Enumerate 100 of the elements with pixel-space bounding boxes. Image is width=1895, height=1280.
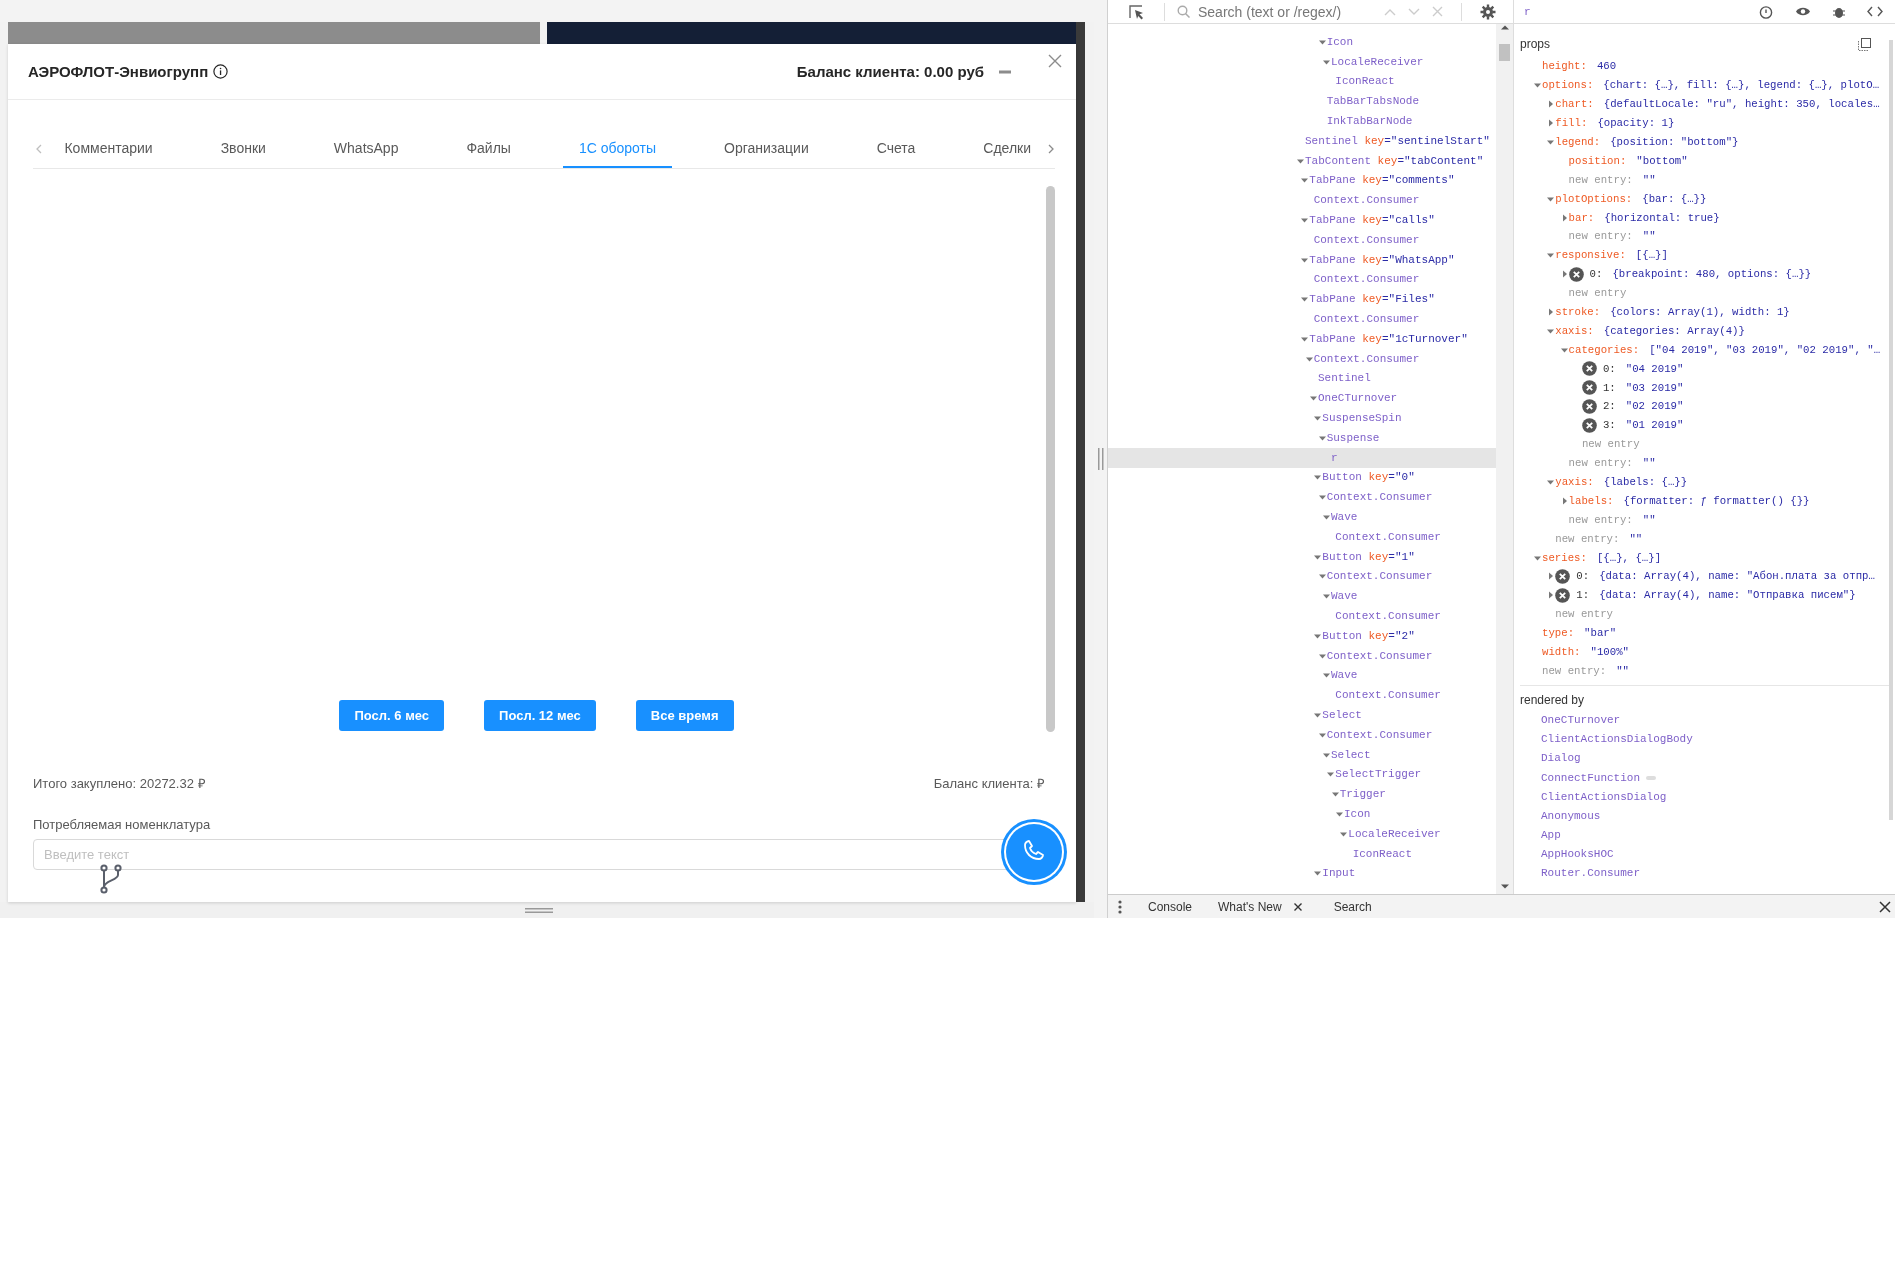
tab[interactable]: Комментарии (48, 129, 169, 168)
copy-icon[interactable] (1858, 37, 1871, 51)
scroll-up-icon[interactable] (1500, 24, 1509, 30)
grip-icon[interactable] (1097, 448, 1104, 470)
component-name[interactable]: Context.Consumer (1313, 273, 1420, 286)
tree-row[interactable]: Input (1108, 863, 1496, 884)
expand-arrow-icon[interactable] (1309, 394, 1318, 403)
close-icon[interactable] (1879, 900, 1891, 913)
drawer-tab[interactable]: Console (1148, 899, 1193, 914)
component-name[interactable]: Button key="2" (1322, 629, 1415, 642)
new-entry-field[interactable]: new entry (1568, 287, 1627, 300)
expand-arrow-icon[interactable] (1300, 216, 1310, 225)
remove-icon[interactable] (1581, 361, 1597, 377)
tree-row[interactable]: Select (1108, 744, 1496, 765)
period-button[interactable]: Посл. 6 мес (339, 700, 445, 731)
component-name[interactable]: Icon (1326, 35, 1354, 48)
tab-scroll-right-icon[interactable] (1047, 143, 1055, 154)
component-name[interactable]: InkTabBarNode (1326, 115, 1413, 128)
component-name[interactable]: SuspenseSpin (1322, 412, 1402, 425)
component-name[interactable]: Icon (1343, 807, 1371, 820)
tab[interactable]: Звонки (204, 129, 282, 168)
property-row[interactable]: bar: {horizontal: true} (1568, 211, 1720, 224)
tree-row[interactable]: TabPane key="calls" (1108, 210, 1496, 230)
tree-row[interactable]: OneCTurnover (1108, 388, 1496, 409)
expand-arrow-icon[interactable] (1300, 176, 1310, 185)
close-tab-icon[interactable] (1293, 902, 1302, 911)
component-name[interactable]: IconReact (1352, 847, 1413, 860)
tab[interactable]: WhatsApp (317, 129, 415, 168)
component-name[interactable]: Context.Consumer (1326, 491, 1433, 504)
tree-row[interactable]: SelectTrigger (1108, 764, 1496, 785)
expand-arrow-icon[interactable] (1313, 711, 1323, 719)
component-link[interactable]: Router.Consumer (1541, 867, 1641, 880)
property-row[interactable]: 2: "02 2019" (1602, 400, 1684, 413)
component-name[interactable]: Context.Consumer (1326, 728, 1433, 741)
expand-arrow-icon[interactable] (1313, 473, 1323, 482)
component-name[interactable]: Button key="0" (1322, 471, 1415, 484)
component-name[interactable]: Context.Consumer (1326, 570, 1433, 583)
remove-icon[interactable] (1581, 380, 1597, 396)
remove-icon[interactable] (1581, 398, 1597, 414)
property-row[interactable]: labels: {formatter: ƒ formatter() {}} (1568, 494, 1810, 507)
component-name[interactable]: Context.Consumer (1335, 610, 1441, 622)
tree-row[interactable]: Context.Consumer (1108, 685, 1496, 706)
tree-row[interactable]: LocaleReceiver (1108, 51, 1496, 72)
new-entry-field[interactable]: new entry: "" (1568, 173, 1656, 186)
component-name[interactable]: TabPane key="WhatsApp" (1309, 253, 1455, 266)
tree-row[interactable]: Button key="2" (1108, 625, 1496, 646)
component-link[interactable]: Dialog (1541, 752, 1581, 765)
expand-arrow-icon[interactable] (1321, 671, 1331, 680)
code-icon[interactable] (1867, 6, 1883, 17)
component-name[interactable]: Sentinel key="sentinelStart" (1305, 134, 1490, 147)
property-row[interactable]: 0: {breakpoint: 480, options: {…}} (1589, 268, 1812, 281)
property-row[interactable]: width: "100%" (1542, 646, 1629, 659)
expand-arrow-icon[interactable] (1321, 592, 1331, 601)
expand-arrow-icon[interactable] (1317, 493, 1327, 502)
tree-row[interactable]: Button key="0" (1108, 467, 1496, 488)
remove-icon[interactable] (1568, 266, 1584, 282)
component-name[interactable]: Wave (1330, 669, 1358, 682)
property-row[interactable]: 3: "01 2019" (1602, 419, 1684, 432)
tab[interactable]: Организации (708, 129, 825, 168)
tree-row[interactable]: IconReact (1108, 71, 1496, 92)
tree-row[interactable]: Wave (1108, 586, 1496, 607)
component-name[interactable]: Sentinel (1318, 372, 1371, 385)
scrollbar[interactable] (1046, 186, 1055, 732)
tree-row[interactable]: TabBarTabsNode (1108, 91, 1496, 112)
stopwatch-icon[interactable] (1759, 4, 1773, 19)
tree-row[interactable]: Context.Consumer (1108, 606, 1496, 626)
tree-row[interactable]: Wave (1108, 507, 1496, 527)
new-entry-field[interactable]: new entry: "" (1568, 457, 1656, 470)
property-row[interactable]: stroke: {colors: Array(1), width: 1} (1555, 306, 1790, 318)
new-entry-field[interactable]: new entry: "" (1542, 664, 1629, 677)
component-link[interactable]: AppHooksHOC (1541, 848, 1614, 861)
tree-row[interactable]: Context.Consumer (1108, 348, 1496, 369)
component-name[interactable]: TabPane key="comments" (1309, 174, 1455, 187)
component-name[interactable]: Context.Consumer (1326, 649, 1433, 662)
drawer-tab[interactable]: Search (1333, 899, 1372, 914)
remove-icon[interactable] (1555, 569, 1571, 584)
select-element-icon[interactable] (1128, 3, 1146, 20)
new-entry-field[interactable]: new entry: "" (1568, 230, 1656, 243)
tab[interactable]: 1С обороты (562, 129, 673, 168)
tree-row[interactable]: Context.Consumer (1108, 645, 1496, 666)
tree-row[interactable]: Context.Consumer (1108, 309, 1496, 329)
expand-arrow-icon[interactable] (1546, 251, 1556, 260)
expand-arrow-icon[interactable] (1321, 513, 1331, 521)
property-row[interactable]: responsive: [{…}] (1555, 249, 1668, 262)
tree-row[interactable]: Context.Consumer (1108, 229, 1496, 250)
component-name[interactable]: TabBarTabsNode (1326, 95, 1420, 108)
tree-row[interactable]: TabPane key="WhatsApp" (1108, 249, 1496, 270)
component-name[interactable]: TabPane key="1cTurnover" (1309, 332, 1468, 345)
expand-arrow-icon[interactable] (1546, 478, 1556, 487)
drawer-tab[interactable]: What's New (1218, 899, 1282, 914)
tree-row[interactable]: Context.Consumer (1108, 487, 1496, 508)
property-row[interactable]: 0: "04 2019" (1602, 362, 1684, 375)
search-field[interactable]: Search (text or /regex/) (1190, 3, 1378, 20)
component-name[interactable]: TabContent key="tabContent" (1305, 154, 1484, 167)
property-row[interactable]: 0: {data: Array(4), name: "Абон.плата за отпр… (1576, 570, 1875, 583)
scroll-down-icon[interactable] (1500, 884, 1509, 890)
expand-arrow-icon[interactable] (1330, 790, 1340, 799)
property-row[interactable]: yaxis: {labels: {…}} (1555, 476, 1688, 489)
component-name[interactable]: Context.Consumer (1313, 352, 1420, 365)
property-row[interactable]: height: 460 (1542, 60, 1617, 73)
